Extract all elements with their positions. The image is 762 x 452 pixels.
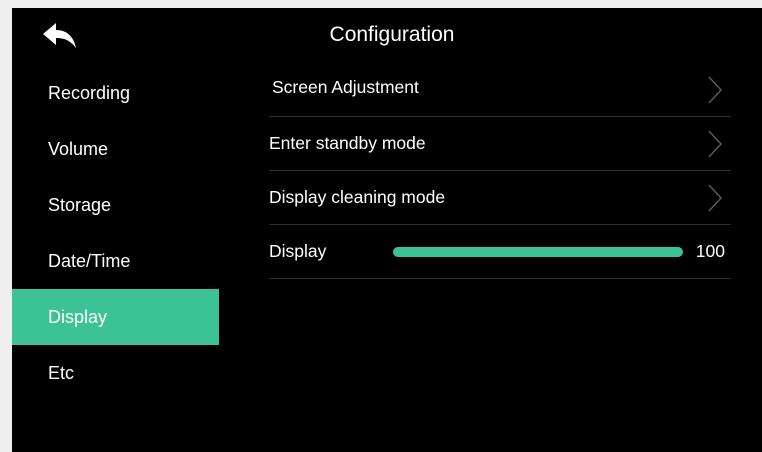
chevron-right-icon: [708, 129, 723, 158]
page-title: Configuration: [329, 23, 455, 46]
settings-list: Screen Adjustment Enter standby mode Dis…: [269, 63, 731, 279]
slider-fill: [393, 246, 683, 257]
screen-adjustment-row[interactable]: Screen Adjustment: [269, 63, 731, 117]
display-cleaning-mode-row[interactable]: Display cleaning mode: [269, 171, 731, 225]
display-brightness-slider[interactable]: [393, 246, 683, 257]
sidebar-item-volume[interactable]: Volume: [12, 121, 219, 177]
display-brightness-label: Display: [269, 241, 327, 261]
sidebar-item-date-time[interactable]: Date/Time: [12, 233, 219, 289]
chevron-right-icon: [708, 183, 723, 212]
configuration-screen: Configuration Recording Volume Storage D…: [12, 8, 762, 452]
display-brightness-value: 100: [695, 241, 725, 261]
chevron-right-icon: [708, 75, 723, 104]
back-button[interactable]: [42, 22, 82, 52]
sidebar-item-etc[interactable]: Etc: [12, 345, 219, 401]
screen-adjustment-label: Screen Adjustment: [272, 77, 419, 97]
enter-standby-mode-label: Enter standby mode: [269, 133, 426, 153]
sidebar: Recording Volume Storage Date/Time Displ…: [12, 65, 219, 401]
sidebar-item-recording[interactable]: Recording: [12, 65, 219, 121]
display-brightness-row: Display 100: [269, 225, 731, 279]
enter-standby-mode-row[interactable]: Enter standby mode: [269, 117, 731, 171]
sidebar-item-storage[interactable]: Storage: [12, 177, 219, 233]
sidebar-item-display[interactable]: Display: [12, 289, 219, 345]
back-arrow-icon: [43, 23, 76, 48]
display-cleaning-mode-label: Display cleaning mode: [269, 187, 446, 207]
